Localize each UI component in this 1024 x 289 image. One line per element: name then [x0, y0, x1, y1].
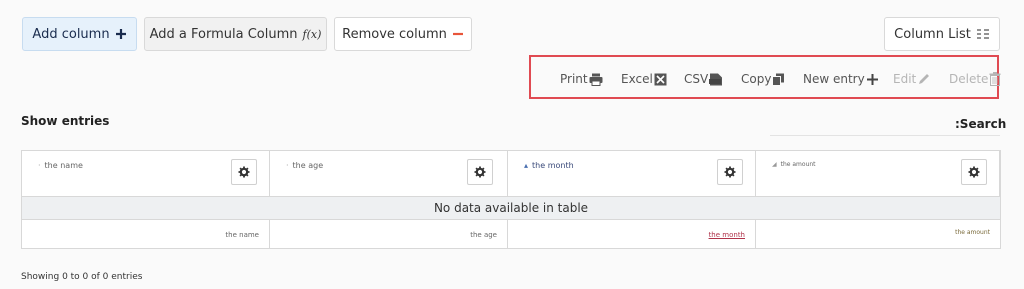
plus-icon	[866, 73, 879, 86]
edit-button[interactable]: Edit	[893, 70, 931, 88]
column-header-label: the name	[44, 161, 83, 170]
search-label: :Search	[955, 117, 1007, 131]
column-header-name[interactable]: · the name	[22, 151, 270, 196]
add-formula-column-label: Add a Formula Column	[149, 26, 298, 42]
csv-file-icon	[709, 73, 723, 86]
excel-label: Excel	[621, 72, 653, 86]
column-footer-age: the age	[270, 220, 508, 248]
column-footer-label: the age	[470, 231, 497, 239]
column-list-label: Column List	[894, 26, 971, 42]
column-header-label: the month	[532, 161, 574, 170]
column-settings-gear-icon[interactable]	[717, 159, 743, 185]
column-footer-name: the name	[22, 220, 270, 248]
add-formula-column-button[interactable]: Add a Formula Column f(x)	[144, 17, 327, 51]
column-settings-gear-icon[interactable]	[961, 159, 987, 185]
minus-icon	[452, 28, 464, 40]
column-header-label: the amount	[780, 161, 816, 168]
new-entry-button[interactable]: New entry	[803, 70, 879, 88]
column-header-month[interactable]: ▴ the month	[508, 151, 756, 196]
copy-button[interactable]: Copy	[741, 70, 785, 88]
column-settings-gear-icon[interactable]	[467, 159, 493, 185]
column-footer-amount: the amount	[756, 220, 1000, 248]
table-info: Showing 0 to 0 of 0 entries	[21, 272, 143, 282]
list-icon	[976, 28, 990, 40]
column-header-amount[interactable]: ◢ the amount	[756, 151, 1000, 196]
delete-label: Delete	[949, 72, 989, 86]
pencil-icon	[917, 73, 931, 86]
column-header-label: the age	[292, 161, 324, 170]
plus-icon	[115, 28, 127, 40]
new-entry-label: New entry	[803, 72, 865, 86]
print-label: Print	[560, 72, 588, 86]
print-button[interactable]: Print	[560, 70, 603, 88]
data-table: · the name · the age ▴ the month ◢ the amoun…	[21, 150, 1001, 249]
excel-file-icon	[654, 73, 667, 86]
function-icon: f(x)	[302, 27, 322, 41]
column-footer-label: the name	[225, 231, 259, 239]
copy-label: Copy	[741, 72, 772, 86]
remove-column-label: Remove column	[342, 26, 447, 42]
remove-column-button[interactable]: Remove column	[334, 17, 472, 51]
column-list-button[interactable]: Column List	[884, 17, 1000, 51]
excel-button[interactable]: Excel	[621, 70, 667, 88]
column-footer-label: the month	[708, 231, 745, 239]
show-entries-label: Show entries	[21, 114, 110, 128]
column-settings-gear-icon[interactable]	[231, 159, 257, 185]
delete-button[interactable]: Delete	[949, 70, 1001, 88]
empty-table-message: No data available in table	[22, 196, 1000, 220]
copy-icon	[772, 73, 785, 86]
column-footer-label: the amount	[955, 229, 990, 236]
trash-icon	[989, 72, 1001, 86]
add-column-label: Add column	[32, 26, 110, 42]
edit-label: Edit	[893, 72, 917, 86]
search-input[interactable]	[770, 135, 1000, 136]
csv-button[interactable]: CSV	[684, 70, 723, 88]
add-column-button[interactable]: Add column	[22, 17, 137, 51]
column-header-age[interactable]: · the age	[270, 151, 508, 196]
column-footer-month: the month	[508, 220, 756, 248]
csv-label: CSV	[684, 72, 709, 86]
printer-icon	[589, 73, 603, 86]
